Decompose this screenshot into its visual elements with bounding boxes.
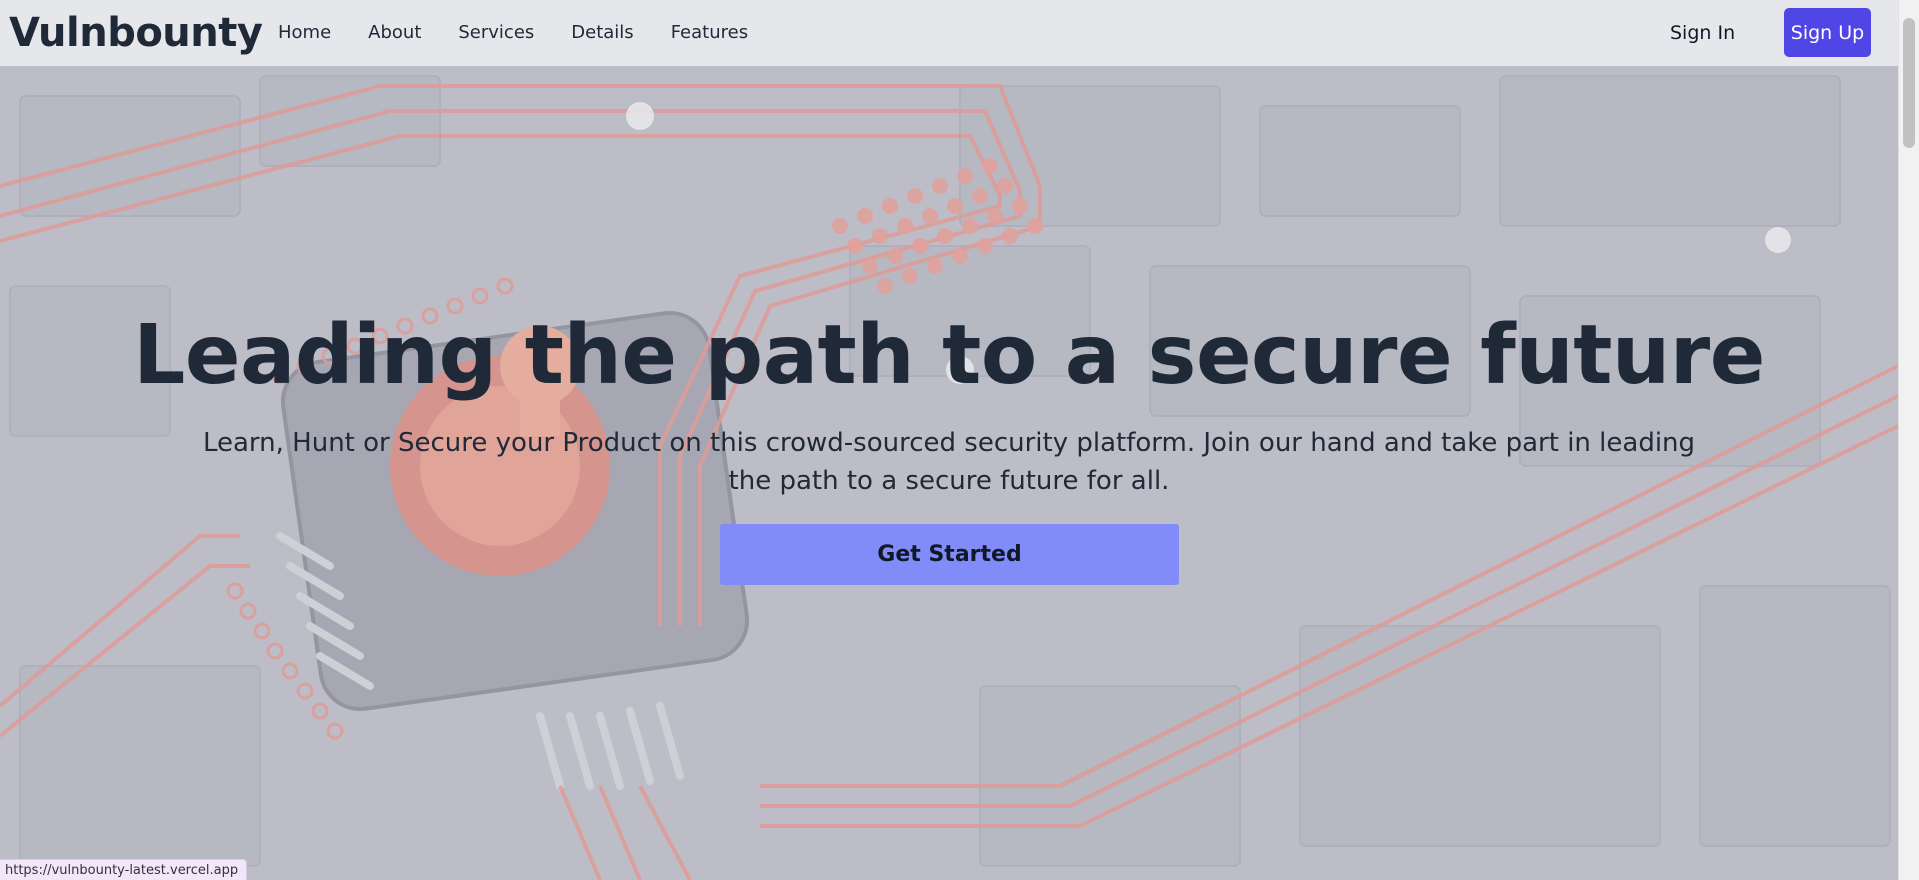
vertical-scrollbar[interactable] <box>1898 0 1919 880</box>
hero-title: Leading the path to a secure future <box>133 308 1765 403</box>
sign-up-button[interactable]: Sign Up <box>1784 8 1871 57</box>
hero-subtitle: Learn, Hunt or Secure your Product on th… <box>202 428 1696 496</box>
sign-in-link[interactable]: Sign In <box>1670 20 1735 46</box>
nav-link-about[interactable]: About <box>368 20 421 46</box>
top-navbar: Vulnbounty Home About Services Details F… <box>0 0 1898 66</box>
page: Vulnbounty Home About Services Details F… <box>0 0 1919 880</box>
nav-link-services[interactable]: Services <box>458 20 534 46</box>
nav-link-home[interactable]: Home <box>278 20 331 46</box>
link-status-bar: https://vulnbounty-latest.vercel.app <box>0 859 248 880</box>
get-started-button[interactable]: Get Started <box>720 524 1179 585</box>
scrollbar-thumb[interactable] <box>1903 18 1915 148</box>
site-logo[interactable]: Vulnbounty <box>9 8 263 58</box>
nav-link-features[interactable]: Features <box>671 20 748 46</box>
nav-links: Home About Services Details Features <box>278 20 785 46</box>
nav-link-details[interactable]: Details <box>571 20 633 46</box>
